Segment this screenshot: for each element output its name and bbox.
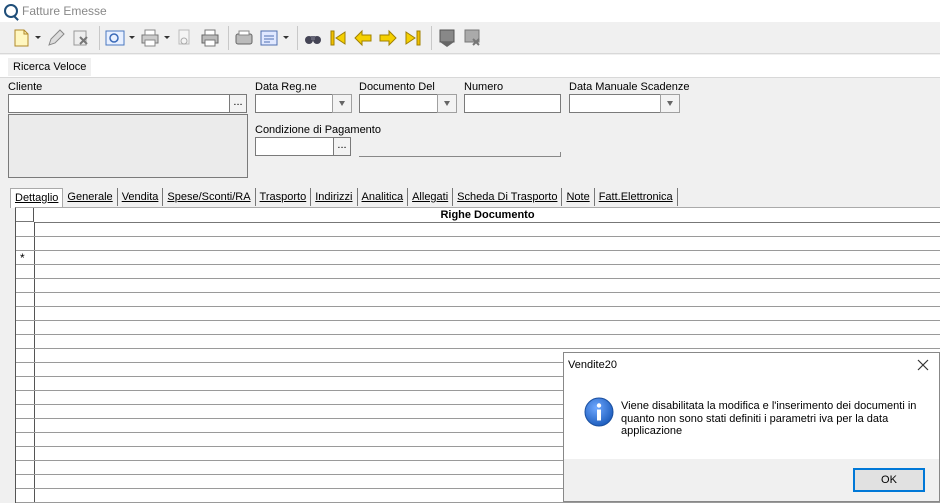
condizione-pagamento-description — [359, 152, 561, 157]
cancel-save-icon[interactable] — [461, 27, 483, 49]
search-app-icon — [4, 4, 18, 18]
report-dropdown[interactable] — [283, 27, 289, 49]
dialog-title: Vendite20 — [568, 359, 617, 371]
binoculars-icon[interactable] — [302, 27, 324, 49]
quick-search-tab[interactable]: Ricerca Veloce — [8, 58, 92, 76]
preview-dropdown[interactable] — [129, 27, 135, 49]
grid-row-line — [16, 306, 940, 307]
toolbar-separator — [228, 25, 229, 50]
new-row-marker-icon: * — [20, 251, 25, 265]
grid-row-line — [16, 320, 940, 321]
numero-input[interactable] — [464, 94, 561, 113]
grid-column-header[interactable]: Righe Documento — [34, 208, 940, 223]
grid-row-line — [16, 236, 940, 237]
data-reg-filter-icon[interactable] — [332, 94, 352, 113]
condizione-pagamento-label: Condizione di Pagamento — [255, 124, 381, 136]
tab-fatt-elettronica[interactable]: Fatt.Elettronica — [595, 188, 678, 206]
dialog-message: Viene disabilitata la modifica e l'inser… — [621, 400, 917, 437]
tab-generale[interactable]: Generale — [63, 188, 118, 206]
toolbar-separator — [297, 25, 298, 50]
grid-row-line — [16, 250, 940, 251]
cliente-lookup-button[interactable]: ... — [229, 94, 247, 113]
tab-allegati[interactable]: Allegati — [408, 188, 454, 206]
fax-icon[interactable] — [233, 27, 255, 49]
save-icon[interactable] — [436, 27, 458, 49]
grid-row-line — [16, 334, 940, 335]
tab-scheda-di-trasporto[interactable]: Scheda Di Trasporto — [453, 188, 563, 206]
tab-dettaglio[interactable]: Dettaglio — [10, 188, 64, 208]
printer-icon[interactable] — [199, 27, 221, 49]
cliente-input[interactable] — [8, 94, 230, 113]
cliente-details-panel — [8, 114, 248, 178]
data-scadenze-input[interactable] — [569, 94, 661, 113]
next-record-icon[interactable] — [377, 27, 399, 49]
print-icon[interactable] — [139, 27, 161, 49]
tab-indirizzi[interactable]: Indirizzi — [311, 188, 358, 206]
cliente-label: Cliente — [8, 81, 43, 93]
data-reg-input[interactable] — [255, 94, 333, 113]
data-reg-label: Data Reg.ne — [255, 81, 317, 93]
condizione-pagamento-lookup-button[interactable]: ... — [333, 137, 351, 156]
delete-icon[interactable] — [70, 27, 92, 49]
tab-spese-sconti-ra[interactable]: Spese/Sconti/RA — [163, 188, 256, 206]
tab-note[interactable]: Note — [562, 188, 595, 206]
print-preview-icon[interactable] — [174, 27, 196, 49]
message-dialog: Vendite20 Viene disabilitata la modifica… — [563, 352, 940, 502]
grid-row-line — [16, 292, 940, 293]
data-scadenze-label: Data Manuale Scadenze — [569, 81, 690, 93]
quick-search-bar: Ricerca Veloce — [0, 55, 940, 78]
grid-row-line — [16, 348, 940, 349]
new-document-icon[interactable] — [10, 27, 32, 49]
report-icon[interactable] — [258, 27, 280, 49]
title-bar: Fatture Emesse — [0, 0, 940, 22]
edit-pencil-icon[interactable] — [45, 27, 67, 49]
tab-analitica[interactable]: Analitica — [358, 188, 409, 206]
numero-label: Numero — [464, 81, 504, 93]
toolbar-separator — [431, 25, 432, 50]
print-dropdown[interactable] — [164, 27, 170, 49]
grid-row-line — [16, 278, 940, 279]
grid-row-line — [16, 264, 940, 265]
grid-corner — [16, 208, 34, 222]
tab-vendita[interactable]: Vendita — [118, 188, 164, 206]
new-document-dropdown[interactable] — [35, 27, 41, 49]
detail-tabs: Dettaglio Generale Vendita Spese/Sconti/… — [10, 187, 678, 208]
documento-del-filter-icon[interactable] — [437, 94, 457, 113]
previous-record-icon[interactable] — [352, 27, 374, 49]
documento-del-label: Documento Del — [359, 81, 435, 93]
window-title: Fatture Emesse — [22, 4, 107, 18]
documento-del-input[interactable] — [359, 94, 438, 113]
info-icon — [584, 397, 614, 427]
close-icon[interactable] — [915, 357, 931, 373]
preview-icon[interactable] — [104, 27, 126, 49]
toolbar — [0, 22, 940, 54]
condizione-pagamento-input[interactable] — [255, 137, 334, 156]
data-scadenze-filter-icon[interactable] — [660, 94, 680, 113]
tab-trasporto[interactable]: Trasporto — [256, 188, 312, 206]
first-record-icon[interactable] — [327, 27, 349, 49]
last-record-icon[interactable] — [402, 27, 424, 49]
ok-button[interactable]: OK — [853, 468, 925, 492]
toolbar-separator — [99, 25, 100, 50]
dialog-footer: OK — [564, 459, 939, 501]
